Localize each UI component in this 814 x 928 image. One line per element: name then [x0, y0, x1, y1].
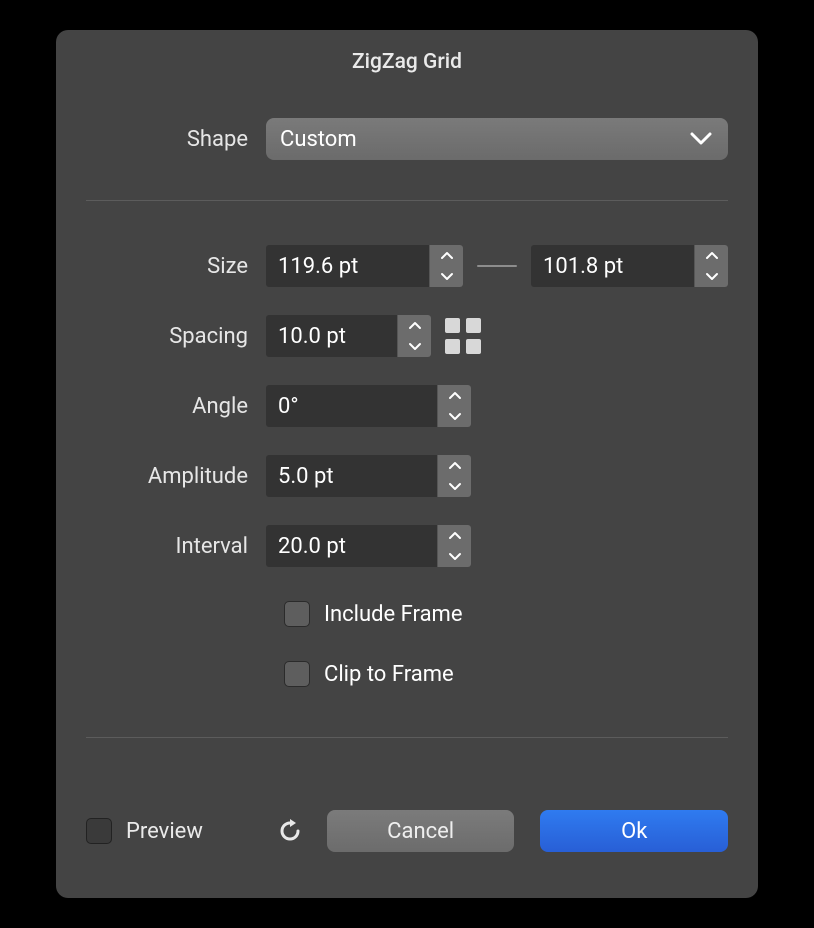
interval-value: 20.0 pt: [266, 525, 437, 567]
stepper-down-icon[interactable]: [438, 546, 471, 567]
angle-field: 0°: [266, 385, 728, 427]
amplitude-stepper[interactable]: 5.0 pt: [266, 455, 471, 497]
spacing-label: Spacing: [86, 324, 266, 349]
footer-divider: [86, 737, 728, 738]
angle-row: Angle 0°: [86, 385, 728, 427]
stepper-up-icon[interactable]: [695, 245, 728, 266]
divider: [86, 200, 728, 201]
interval-field: 20.0 pt: [266, 525, 728, 567]
spacing-value: 10.0 pt: [266, 315, 397, 357]
preview-checkbox[interactable]: [86, 818, 112, 844]
stepper-down-icon[interactable]: [438, 406, 471, 427]
interval-label: Interval: [86, 534, 266, 559]
amplitude-label: Amplitude: [86, 464, 266, 489]
angle-stepper[interactable]: 0°: [266, 385, 471, 427]
spacing-row: Spacing 10.0 pt: [86, 315, 728, 357]
chevron-down-icon: [690, 132, 712, 146]
shape-label: Shape: [86, 127, 266, 152]
angle-value: 0°: [266, 385, 437, 427]
dialog-title: ZigZag Grid: [56, 30, 758, 90]
stepper-arrows: [437, 385, 471, 427]
clip-to-frame-label: Clip to Frame: [324, 662, 454, 687]
dialog-window: ZigZag Grid Shape Custom Size 119.6 pt: [56, 30, 758, 898]
clip-to-frame-row: Clip to Frame: [284, 661, 728, 687]
angle-label: Angle: [86, 394, 266, 419]
stepper-down-icon[interactable]: [398, 336, 431, 357]
stepper-up-icon[interactable]: [398, 315, 431, 336]
size-label: Size: [86, 254, 266, 279]
stepper-up-icon[interactable]: [438, 385, 471, 406]
ok-button[interactable]: Ok: [540, 810, 728, 852]
stepper-arrows: [437, 455, 471, 497]
interval-row: Interval 20.0 pt: [86, 525, 728, 567]
preview-group: Preview: [86, 818, 203, 844]
grid-layout-icon[interactable]: [445, 318, 481, 354]
shape-select[interactable]: Custom: [266, 118, 728, 160]
refresh-icon[interactable]: [275, 816, 305, 846]
stepper-up-icon[interactable]: [438, 455, 471, 476]
include-frame-label: Include Frame: [324, 602, 463, 627]
amplitude-row: Amplitude 5.0 pt: [86, 455, 728, 497]
spacing-stepper[interactable]: 10.0 pt: [266, 315, 431, 357]
shape-row: Shape Custom: [86, 118, 728, 160]
dialog-footer: Preview Cancel Ok: [56, 782, 758, 898]
ok-button-label: Ok: [621, 819, 647, 844]
interval-stepper[interactable]: 20.0 pt: [266, 525, 471, 567]
stepper-up-icon[interactable]: [430, 245, 463, 266]
spacing-field: 10.0 pt: [266, 315, 728, 357]
stepper-down-icon[interactable]: [430, 266, 463, 287]
cancel-button-label: Cancel: [387, 819, 454, 844]
include-frame-row: Include Frame: [284, 601, 728, 627]
size-field: 119.6 pt 101.8 pt: [266, 245, 728, 287]
dialog-content: Shape Custom Size 119.6 pt: [56, 90, 758, 782]
stepper-arrows: [694, 245, 728, 287]
preview-label: Preview: [126, 819, 203, 844]
size-link-icon: [477, 265, 517, 267]
stepper-up-icon[interactable]: [438, 525, 471, 546]
amplitude-value: 5.0 pt: [266, 455, 437, 497]
size-row: Size 119.6 pt 101.8 pt: [86, 245, 728, 287]
clip-to-frame-checkbox[interactable]: [284, 661, 310, 687]
amplitude-field: 5.0 pt: [266, 455, 728, 497]
size-width-stepper[interactable]: 119.6 pt: [266, 245, 463, 287]
shape-field: Custom: [266, 118, 728, 160]
size-width-value: 119.6 pt: [266, 245, 429, 287]
stepper-arrows: [429, 245, 463, 287]
stepper-down-icon[interactable]: [695, 266, 728, 287]
size-height-stepper[interactable]: 101.8 pt: [531, 245, 728, 287]
button-row: Cancel Ok: [327, 810, 728, 852]
stepper-arrows: [437, 525, 471, 567]
size-height-value: 101.8 pt: [531, 245, 694, 287]
cancel-button[interactable]: Cancel: [327, 810, 515, 852]
include-frame-checkbox[interactable]: [284, 601, 310, 627]
stepper-down-icon[interactable]: [438, 476, 471, 497]
shape-select-value: Custom: [280, 127, 357, 152]
stepper-arrows: [397, 315, 431, 357]
